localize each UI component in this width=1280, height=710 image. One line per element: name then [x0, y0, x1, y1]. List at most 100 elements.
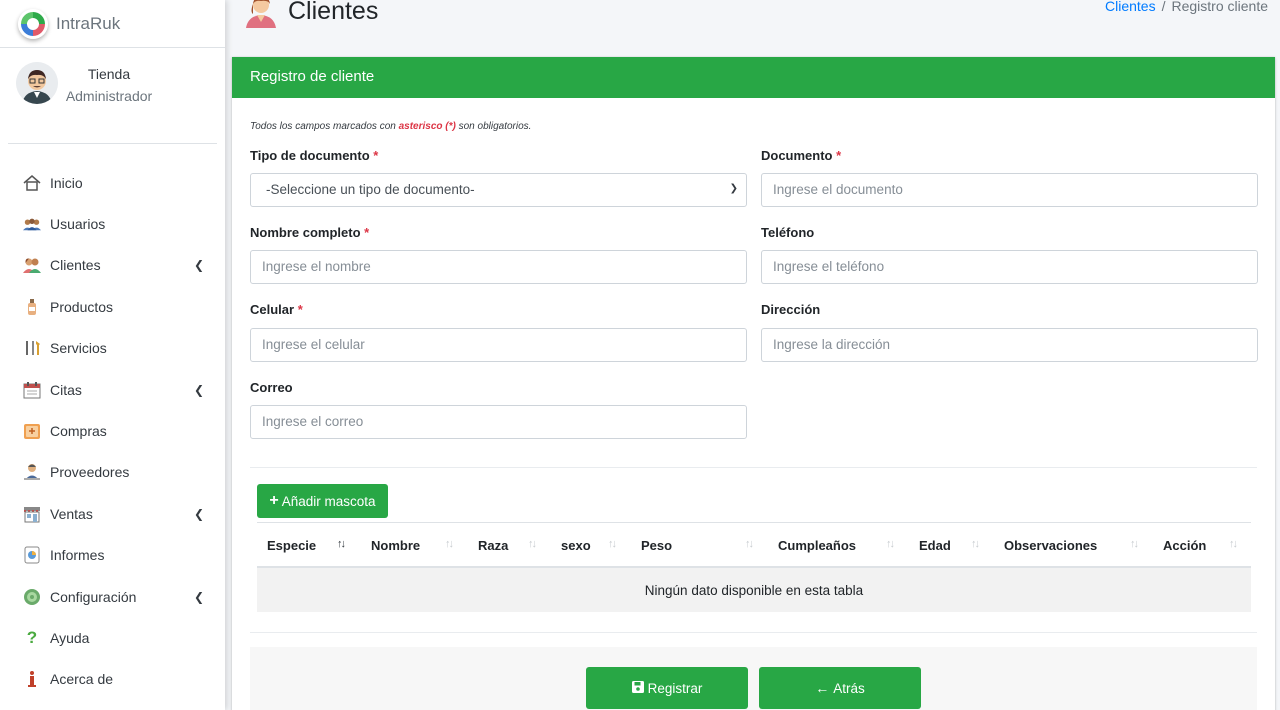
clients-icon	[23, 256, 41, 274]
sort-icon: ↑↓	[1130, 538, 1139, 550]
tipo-documento-label: Tipo de documento *	[250, 148, 378, 163]
sort-icon: ↑↓	[886, 538, 895, 550]
brand-name: IntraRuk	[56, 13, 121, 33]
users-icon	[23, 215, 41, 233]
direccion-input[interactable]: Ingrese la dirección	[761, 328, 1258, 362]
sort-icon: ↑↓	[1229, 538, 1238, 550]
sidebar-item-label: Ventas	[50, 505, 93, 522]
purchase-box-icon	[23, 422, 41, 440]
sidebar-item-ventas[interactable]: Ventas ❮	[0, 493, 225, 534]
sort-icon: ↑↓	[745, 538, 754, 550]
sidebar: IntraRuk Tienda Administrador Inicio Usu…	[0, 0, 225, 710]
clients-icon	[244, 0, 278, 28]
sidebar-item-usuarios[interactable]: Usuarios	[0, 203, 225, 244]
sidebar-item-label: Clientes	[50, 257, 101, 274]
sidebar-item-label: Inicio	[50, 174, 83, 191]
add-pet-button[interactable]: + Añadir mascota	[257, 484, 388, 518]
note-prefix: Todos los campos marcados con	[250, 121, 399, 132]
empty-table-message: Ningún dato disponible en esta tabla	[257, 568, 1251, 612]
column-header-accion[interactable]: Acción	[1163, 538, 1206, 553]
sidebar-item-label: Servicios	[50, 340, 107, 357]
home-icon	[23, 174, 41, 192]
required-fields-note: Todos los campos marcados con asterisco …	[250, 121, 531, 132]
sidebar-item-informes[interactable]: Informes	[0, 535, 225, 576]
arrow-left-icon: ←	[815, 680, 830, 696]
column-header-sexo[interactable]: sexo	[561, 538, 591, 553]
label-text: Tipo de documento	[250, 148, 370, 163]
sidebar-nav: Inicio Usuarios Clientes ❮ Productos Ser…	[0, 162, 225, 700]
brand-link[interactable]: IntraRuk	[0, 0, 225, 48]
sidebar-item-servicios[interactable]: Servicios	[0, 328, 225, 369]
correo-label: Correo	[250, 380, 293, 395]
column-header-cumpleanos[interactable]: Cumpleaños	[778, 538, 856, 553]
sidebar-item-configuracion[interactable]: Configuración ❮	[0, 576, 225, 617]
sidebar-item-ayuda[interactable]: ? Ayuda	[0, 617, 225, 658]
help-icon: ?	[26, 627, 38, 647]
services-tools-icon	[23, 339, 41, 357]
sidebar-item-proveedores[interactable]: Proveedores	[0, 452, 225, 493]
back-button[interactable]: ← Atrás	[759, 667, 921, 709]
nombre-input[interactable]: Ingrese el nombre	[250, 250, 747, 284]
required-asterisk: *	[836, 148, 842, 163]
breadcrumb-current: Registro cliente	[1171, 0, 1269, 14]
correo-input[interactable]: Ingrese el correo	[250, 405, 747, 439]
note-highlight: asterisco (*)	[398, 121, 456, 132]
register-button[interactable]: Registrar	[586, 667, 748, 709]
settings-icon	[23, 588, 41, 606]
telefono-label: Teléfono	[761, 225, 815, 240]
page-header: Clientes	[244, 0, 378, 28]
sidebar-item-label: Citas	[50, 381, 82, 398]
user-role: Administrador	[65, 88, 153, 104]
sidebar-item-label: Proveedores	[50, 464, 130, 481]
save-icon	[631, 680, 644, 696]
user-avatar[interactable]	[16, 62, 58, 104]
documento-input[interactable]: Ingrese el documento	[761, 173, 1258, 207]
celular-label: Celular *	[250, 302, 303, 317]
sidebar-item-label: Usuarios	[50, 216, 106, 233]
add-pet-label: Añadir mascota	[281, 493, 376, 509]
column-header-especie[interactable]: Especie	[267, 538, 316, 553]
sidebar-item-label: Compras	[50, 423, 107, 440]
tipo-documento-select[interactable]: -Seleccione un tipo de documento- ❯	[250, 173, 747, 207]
user-panel: Tienda Administrador	[0, 48, 225, 144]
telefono-input[interactable]: Ingrese el teléfono	[761, 250, 1258, 284]
chevron-left-icon: ❮	[194, 506, 205, 521]
direccion-label: Dirección	[761, 302, 821, 317]
chevron-left-icon: ❮	[194, 258, 205, 273]
store-icon	[23, 505, 41, 523]
sidebar-item-inicio[interactable]: Inicio	[0, 162, 225, 203]
column-header-peso[interactable]: Peso	[641, 538, 672, 553]
column-header-edad[interactable]: Edad	[919, 538, 951, 553]
sidebar-item-productos[interactable]: Productos	[0, 286, 225, 327]
breadcrumb: Clientes / Registro cliente	[1105, 0, 1268, 14]
brand-logo-icon	[18, 8, 48, 39]
breadcrumb-link-clientes[interactable]: Clientes	[1105, 0, 1156, 14]
product-bottle-icon	[23, 298, 41, 316]
column-header-observaciones[interactable]: Observaciones	[1004, 538, 1097, 553]
sort-icon: ↑↓	[528, 538, 537, 550]
chevron-left-icon: ❮	[194, 589, 205, 604]
select-value: -Seleccione un tipo de documento-	[266, 182, 475, 197]
report-icon	[23, 546, 41, 564]
column-header-nombre[interactable]: Nombre	[371, 538, 420, 553]
sidebar-item-label: Configuración	[50, 588, 137, 605]
sidebar-item-acerca-de[interactable]: Acerca de	[0, 659, 225, 700]
sidebar-item-compras[interactable]: Compras	[0, 410, 225, 451]
divider	[250, 632, 1257, 633]
sort-icon: ↑↓	[608, 538, 617, 550]
sidebar-item-citas[interactable]: Citas ❮	[0, 369, 225, 410]
user-name[interactable]: Tienda	[64, 66, 154, 82]
documento-label: Documento *	[761, 148, 841, 163]
card-footer: Registrar ← Atrás	[250, 647, 1257, 710]
sort-asc-icon: ↑↓	[337, 538, 346, 550]
sidebar-item-clientes[interactable]: Clientes ❮	[0, 245, 225, 286]
nombre-label: Nombre completo *	[250, 225, 369, 240]
sort-icon: ↑↓	[445, 538, 454, 550]
client-registration-card: Registro de cliente Todos los campos mar…	[232, 57, 1275, 710]
column-header-raza[interactable]: Raza	[478, 538, 508, 553]
note-suffix: son obligatorios.	[455, 121, 532, 132]
sidebar-item-label: Acerca de	[50, 671, 114, 688]
divider	[250, 467, 1257, 468]
sidebar-item-label: Productos	[50, 298, 114, 315]
celular-input[interactable]: Ingrese el celular	[250, 328, 747, 362]
